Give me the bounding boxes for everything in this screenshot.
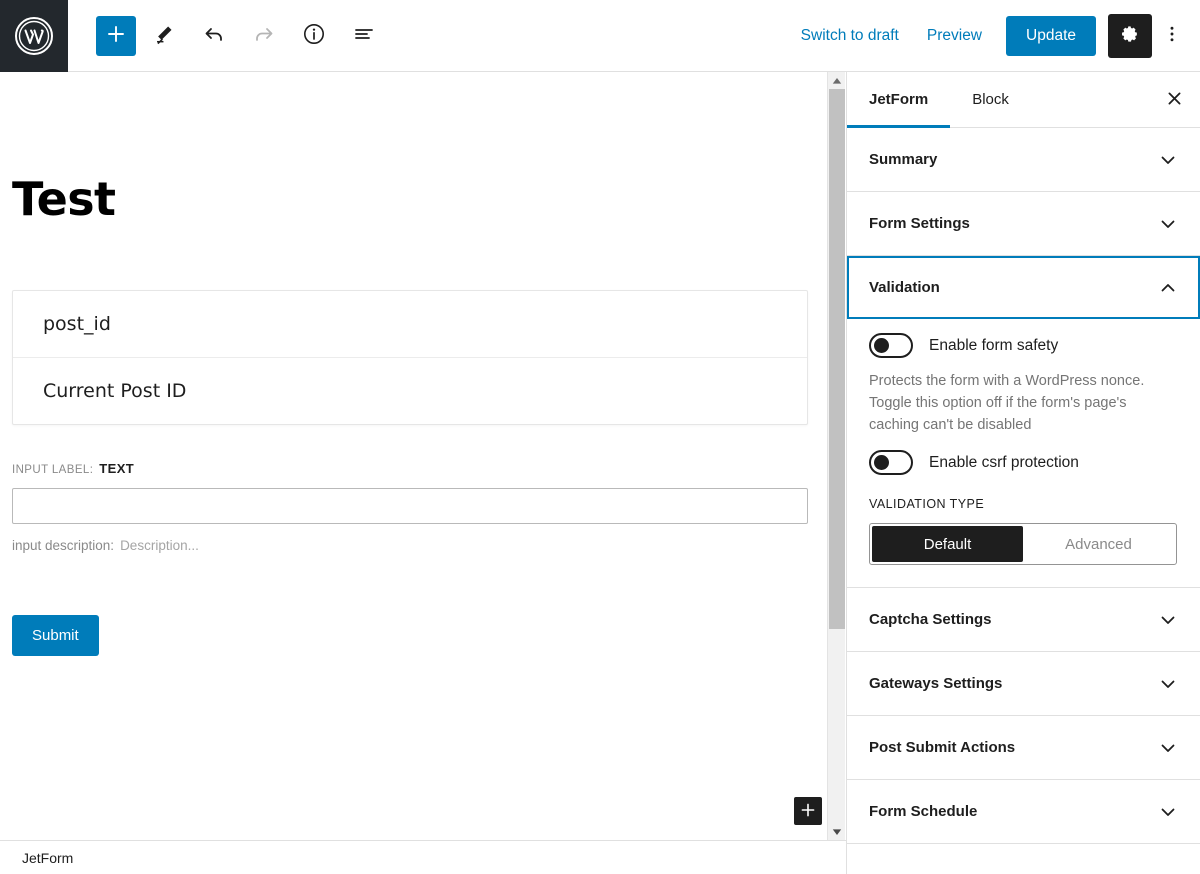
panel-validation: Validation [847, 256, 1200, 319]
panel-gateways-settings: Gateways Settings [847, 652, 1200, 717]
input-label-value: TEXT [99, 461, 135, 476]
triangle-down-icon [832, 823, 842, 841]
tab-jetform[interactable]: JetForm [847, 72, 951, 128]
plus-icon [106, 24, 126, 47]
redo-arrow-icon [252, 22, 276, 49]
switch-to-draft-button[interactable]: Switch to draft [787, 19, 913, 53]
editor-top-bar: Switch to draft Preview Update [0, 0, 1200, 72]
input-label-prefix: INPUT LABEL: [12, 464, 94, 476]
enable-csrf-protection-toggle[interactable] [869, 450, 913, 476]
edit-tool-button[interactable] [142, 14, 186, 58]
validation-type-default-button[interactable]: Default [872, 526, 1023, 563]
enable-form-safety-label: Enable form safety [929, 336, 1059, 354]
panel-form-settings: Form Settings [847, 192, 1200, 256]
chevron-down-icon [1158, 674, 1178, 694]
panel-summary-title: Summary [869, 151, 938, 168]
enable-form-safety-toggle[interactable] [869, 333, 913, 358]
panel-form-schedule: Form Schedule [847, 780, 1200, 845]
panel-captcha-settings: Captcha Settings [847, 588, 1200, 653]
form-safety-help-text: Protects the form with a WordPress nonce… [869, 373, 1145, 434]
panel-form-settings-header[interactable]: Form Settings [847, 192, 1200, 255]
list-view-icon [352, 22, 376, 49]
chevron-down-icon [1158, 214, 1178, 234]
info-circle-icon [302, 22, 326, 49]
chevron-down-icon [1158, 610, 1178, 630]
editor-tools [68, 14, 386, 58]
panel-summary: Summary [847, 128, 1200, 192]
panel-form-schedule-title: Form Schedule [869, 803, 978, 821]
toggle-knob [874, 338, 889, 353]
preview-button[interactable]: Preview [913, 19, 996, 53]
close-sidebar-button[interactable] [1148, 72, 1200, 127]
chevron-up-icon [1158, 278, 1178, 298]
input-description-prefix: input description: [12, 538, 115, 553]
form-safety-toggle-row: Enable form safety [869, 333, 1178, 358]
csrf-toggle-row: Enable csrf protection [869, 450, 1178, 476]
page-title[interactable]: Test [12, 172, 832, 226]
scrollbar-up-arrow[interactable] [828, 72, 846, 89]
chevron-down-icon [1158, 802, 1178, 822]
text-input[interactable] [12, 488, 808, 524]
editor-canvas-area: Test post_id Current Post ID INPUT LABEL… [0, 72, 845, 840]
settings-sidebar: JetForm Block Summary Form Settings Vali… [846, 72, 1200, 874]
undo-button[interactable] [192, 14, 236, 58]
close-icon [1166, 90, 1183, 110]
chevron-down-icon [1158, 738, 1178, 758]
scrollbar-thumb[interactable] [829, 89, 845, 629]
editor-scrollbar[interactable] [827, 72, 845, 840]
panel-gateways-settings-title: Gateways Settings [869, 675, 1003, 693]
panel-form-settings-title: Form Settings [869, 215, 970, 232]
enable-csrf-protection-label: Enable csrf protection [929, 453, 1079, 471]
input-description-value: Description... [120, 538, 199, 553]
undo-arrow-icon [202, 22, 226, 49]
top-bar-actions: Switch to draft Preview Update [787, 13, 1200, 58]
field-value-row[interactable]: Current Post ID [13, 357, 807, 424]
field-name-row[interactable]: post_id [13, 291, 807, 357]
panel-validation-body: Enable form safety Protects the form wit… [847, 333, 1200, 587]
validation-type-advanced-button[interactable]: Advanced [1023, 526, 1174, 562]
pencil-icon [153, 23, 175, 48]
input-label: INPUT LABEL: TEXT [12, 461, 808, 476]
sidebar-tablist: JetForm Block [847, 72, 1200, 128]
panel-captcha-settings-title: Captcha Settings [869, 611, 992, 629]
panel-gateways-settings-header[interactable]: Gateways Settings [847, 652, 1200, 716]
panel-validation-title: Validation [869, 279, 940, 296]
panel-captcha-settings-header[interactable]: Captcha Settings [847, 588, 1200, 652]
chevron-down-icon [1158, 150, 1178, 170]
scrollbar-down-arrow[interactable] [828, 823, 846, 840]
breadcrumb: JetForm [0, 840, 846, 874]
kebab-menu-icon [1162, 24, 1182, 47]
details-button[interactable] [292, 14, 336, 58]
block-appender-button[interactable] [794, 797, 822, 825]
plus-icon [800, 802, 816, 821]
update-button[interactable]: Update [1006, 15, 1096, 56]
tab-block[interactable]: Block [950, 72, 1031, 127]
panel-form-schedule-header[interactable]: Form Schedule [847, 780, 1200, 844]
panel-post-submit-actions-title: Post Submit Actions [869, 739, 1016, 757]
settings-button[interactable] [1108, 13, 1152, 58]
panel-post-submit-actions: Post Submit Actions [847, 716, 1200, 781]
more-options-button[interactable] [1154, 14, 1190, 58]
validation-type-label: VALIDATION TYPE [869, 497, 985, 512]
panel-validation-body-wrap: Enable form safety Protects the form wit… [847, 333, 1200, 589]
input-description: input description: Description... [12, 538, 808, 553]
redo-button[interactable] [242, 14, 286, 58]
editor-canvas[interactable]: Test post_id Current Post ID INPUT LABEL… [0, 172, 844, 840]
gear-icon [1120, 24, 1140, 47]
wordpress-logo-icon[interactable] [0, 0, 68, 72]
add-block-button[interactable] [96, 15, 136, 56]
list-view-button[interactable] [342, 14, 386, 58]
triangle-up-icon [832, 72, 842, 90]
validation-type-button-group: Default Advanced [869, 523, 1177, 566]
form-field-block[interactable]: post_id Current Post ID [12, 290, 808, 425]
panel-validation-header[interactable]: Validation [849, 258, 1198, 317]
breadcrumb-item-jetform[interactable]: JetForm [22, 850, 73, 866]
toggle-knob [874, 455, 889, 471]
text-field-block[interactable]: INPUT LABEL: TEXT input description: Descr… [12, 461, 808, 553]
submit-button[interactable]: Submit [12, 615, 99, 656]
panel-summary-header[interactable]: Summary [847, 128, 1200, 191]
panel-post-submit-actions-header[interactable]: Post Submit Actions [847, 716, 1200, 780]
